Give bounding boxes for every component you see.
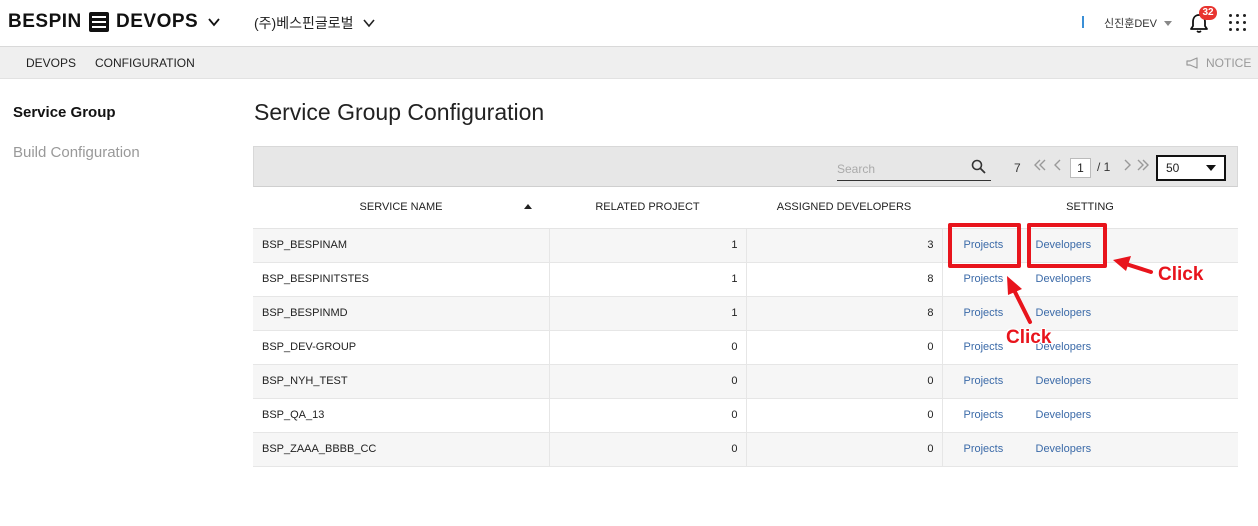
related-project-cell: 1 bbox=[549, 262, 747, 297]
click-annotation-right: Click bbox=[1158, 264, 1204, 285]
related-project-cell: 0 bbox=[549, 330, 747, 365]
apps-grid-icon[interactable] bbox=[1228, 13, 1248, 33]
page-size-value: 50 bbox=[1166, 161, 1180, 175]
notice-button[interactable]: NOTICE bbox=[1186, 56, 1251, 70]
total-count: 7 bbox=[1014, 161, 1021, 175]
page-total: / 1 bbox=[1097, 160, 1111, 174]
assigned-developers-cell: 8 bbox=[746, 262, 943, 297]
service-name-cell: BSP_QA_13 bbox=[253, 398, 550, 433]
product-switcher[interactable]: DEVOPS bbox=[89, 11, 221, 33]
click-annotation-below: Click bbox=[1006, 327, 1052, 348]
highlight-projects-box bbox=[948, 223, 1021, 268]
page-size-select[interactable]: 50 bbox=[1156, 155, 1226, 181]
organization-label: (주)베스핀글로벌 bbox=[254, 15, 354, 31]
assigned-developers-cell: 0 bbox=[746, 364, 943, 399]
related-project-cell: 0 bbox=[549, 432, 747, 467]
projects-link[interactable]: Projects bbox=[964, 409, 1036, 421]
notice-label: NOTICE bbox=[1206, 56, 1252, 70]
table-header-row: SERVICE NAME RELATED PROJECT ASSIGNED DE… bbox=[253, 187, 1238, 229]
dropdown-caret-icon bbox=[1206, 165, 1216, 171]
service-group-panel: 7 1 / 1 50 SERVICE NAME bbox=[253, 146, 1238, 467]
column-header-related-project[interactable]: RELATED PROJECT bbox=[549, 187, 746, 229]
assigned-developers-cell: 0 bbox=[746, 330, 943, 365]
setting-cell: Projects Developers bbox=[942, 330, 1238, 365]
service-name-cell: BSP_ZAAA_BBBB_CC bbox=[253, 432, 550, 467]
search-box bbox=[837, 155, 991, 181]
chevron-down-icon bbox=[363, 19, 376, 28]
service-name-cell: BSP_BESPINAM bbox=[253, 228, 550, 263]
prev-page-icon[interactable] bbox=[1051, 158, 1065, 172]
nav-configuration[interactable]: CONFIGURATION bbox=[95, 56, 195, 70]
table-row: BSP_DEV-GROUP 0 0 Projects Developers bbox=[253, 330, 1238, 365]
setting-cell: Projects Developers bbox=[942, 364, 1238, 399]
brand-logo[interactable]: BESPIN bbox=[8, 11, 82, 33]
column-header-setting: SETTING bbox=[942, 187, 1238, 229]
sort-ascending-icon[interactable] bbox=[524, 204, 532, 209]
developers-link[interactable]: Developers bbox=[1036, 375, 1092, 387]
header-divider bbox=[1082, 16, 1084, 28]
sidebar-item-build-configuration[interactable]: Build Configuration bbox=[13, 144, 140, 161]
related-project-cell: 1 bbox=[549, 228, 747, 263]
megaphone-icon bbox=[1186, 57, 1198, 69]
developers-link[interactable]: Developers bbox=[1036, 273, 1092, 285]
developers-link[interactable]: Developers bbox=[1036, 409, 1092, 421]
related-project-cell: 1 bbox=[549, 296, 747, 331]
projects-link[interactable]: Projects bbox=[964, 443, 1036, 455]
dashboard-icon bbox=[89, 12, 109, 32]
developers-link[interactable]: Developers bbox=[1036, 443, 1092, 455]
assigned-developers-cell: 0 bbox=[746, 398, 943, 433]
notification-badge: 32 bbox=[1199, 6, 1217, 20]
assigned-developers-cell: 8 bbox=[746, 296, 943, 331]
related-project-cell: 0 bbox=[549, 364, 747, 399]
related-project-cell: 0 bbox=[549, 398, 747, 433]
product-label: DEVOPS bbox=[116, 11, 199, 32]
setting-cell: Projects Developers bbox=[942, 432, 1238, 467]
table-row: BSP_NYH_TEST 0 0 Projects Developers bbox=[253, 364, 1238, 399]
projects-link[interactable]: Projects bbox=[964, 307, 1036, 319]
nav-devops[interactable]: DEVOPS bbox=[26, 56, 76, 70]
sidebar-item-service-group[interactable]: Service Group bbox=[13, 104, 116, 121]
table-row: BSP_BESPINMD 1 8 Projects Developers bbox=[253, 296, 1238, 331]
setting-cell: Projects Developers bbox=[942, 398, 1238, 433]
highlight-developers-box bbox=[1027, 223, 1107, 268]
caret-down-icon bbox=[1163, 20, 1172, 26]
column-header-assigned-developers[interactable]: ASSIGNED DEVELOPERS bbox=[746, 187, 942, 229]
next-page-icon[interactable] bbox=[1120, 158, 1134, 172]
current-page-input[interactable]: 1 bbox=[1070, 158, 1091, 178]
assigned-developers-cell: 0 bbox=[746, 432, 943, 467]
assigned-developers-cell: 3 bbox=[746, 228, 943, 263]
last-page-icon[interactable] bbox=[1136, 158, 1150, 172]
table-row: BSP_ZAAA_BBBB_CC 0 0 Projects Developers bbox=[253, 432, 1238, 467]
search-input[interactable] bbox=[837, 159, 962, 179]
column-header-service-name[interactable]: SERVICE NAME bbox=[253, 187, 549, 229]
projects-link[interactable]: Projects bbox=[964, 375, 1036, 387]
service-name-cell: BSP_BESPINITSTES bbox=[253, 262, 550, 297]
first-page-icon[interactable] bbox=[1033, 158, 1047, 172]
projects-link[interactable]: Projects bbox=[964, 273, 1036, 285]
service-name-cell: BSP_DEV-GROUP bbox=[253, 330, 550, 365]
search-icon[interactable] bbox=[971, 159, 986, 174]
organization-switcher[interactable]: (주)베스핀글로벌 bbox=[254, 13, 376, 33]
table-row: BSP_QA_13 0 0 Projects Developers bbox=[253, 398, 1238, 433]
page-title: Service Group Configuration bbox=[254, 99, 545, 125]
user-name: 신진훈DEV bbox=[1104, 18, 1157, 30]
user-menu[interactable]: 신진훈DEV bbox=[1104, 15, 1172, 31]
chevron-down-icon bbox=[208, 18, 220, 27]
secondary-nav: DEVOPS CONFIGURATION NOTICE bbox=[0, 47, 1258, 79]
table-toolbar: 7 1 / 1 50 bbox=[253, 146, 1238, 187]
setting-cell: Projects Developers bbox=[942, 296, 1238, 331]
developers-link[interactable]: Developers bbox=[1036, 307, 1092, 319]
service-name-cell: BSP_BESPINMD bbox=[253, 296, 550, 331]
service-name-cell: BSP_NYH_TEST bbox=[253, 364, 550, 399]
top-bar: BESPIN DEVOPS (주)베스핀글로벌 신진훈DEV 32 bbox=[0, 0, 1258, 47]
